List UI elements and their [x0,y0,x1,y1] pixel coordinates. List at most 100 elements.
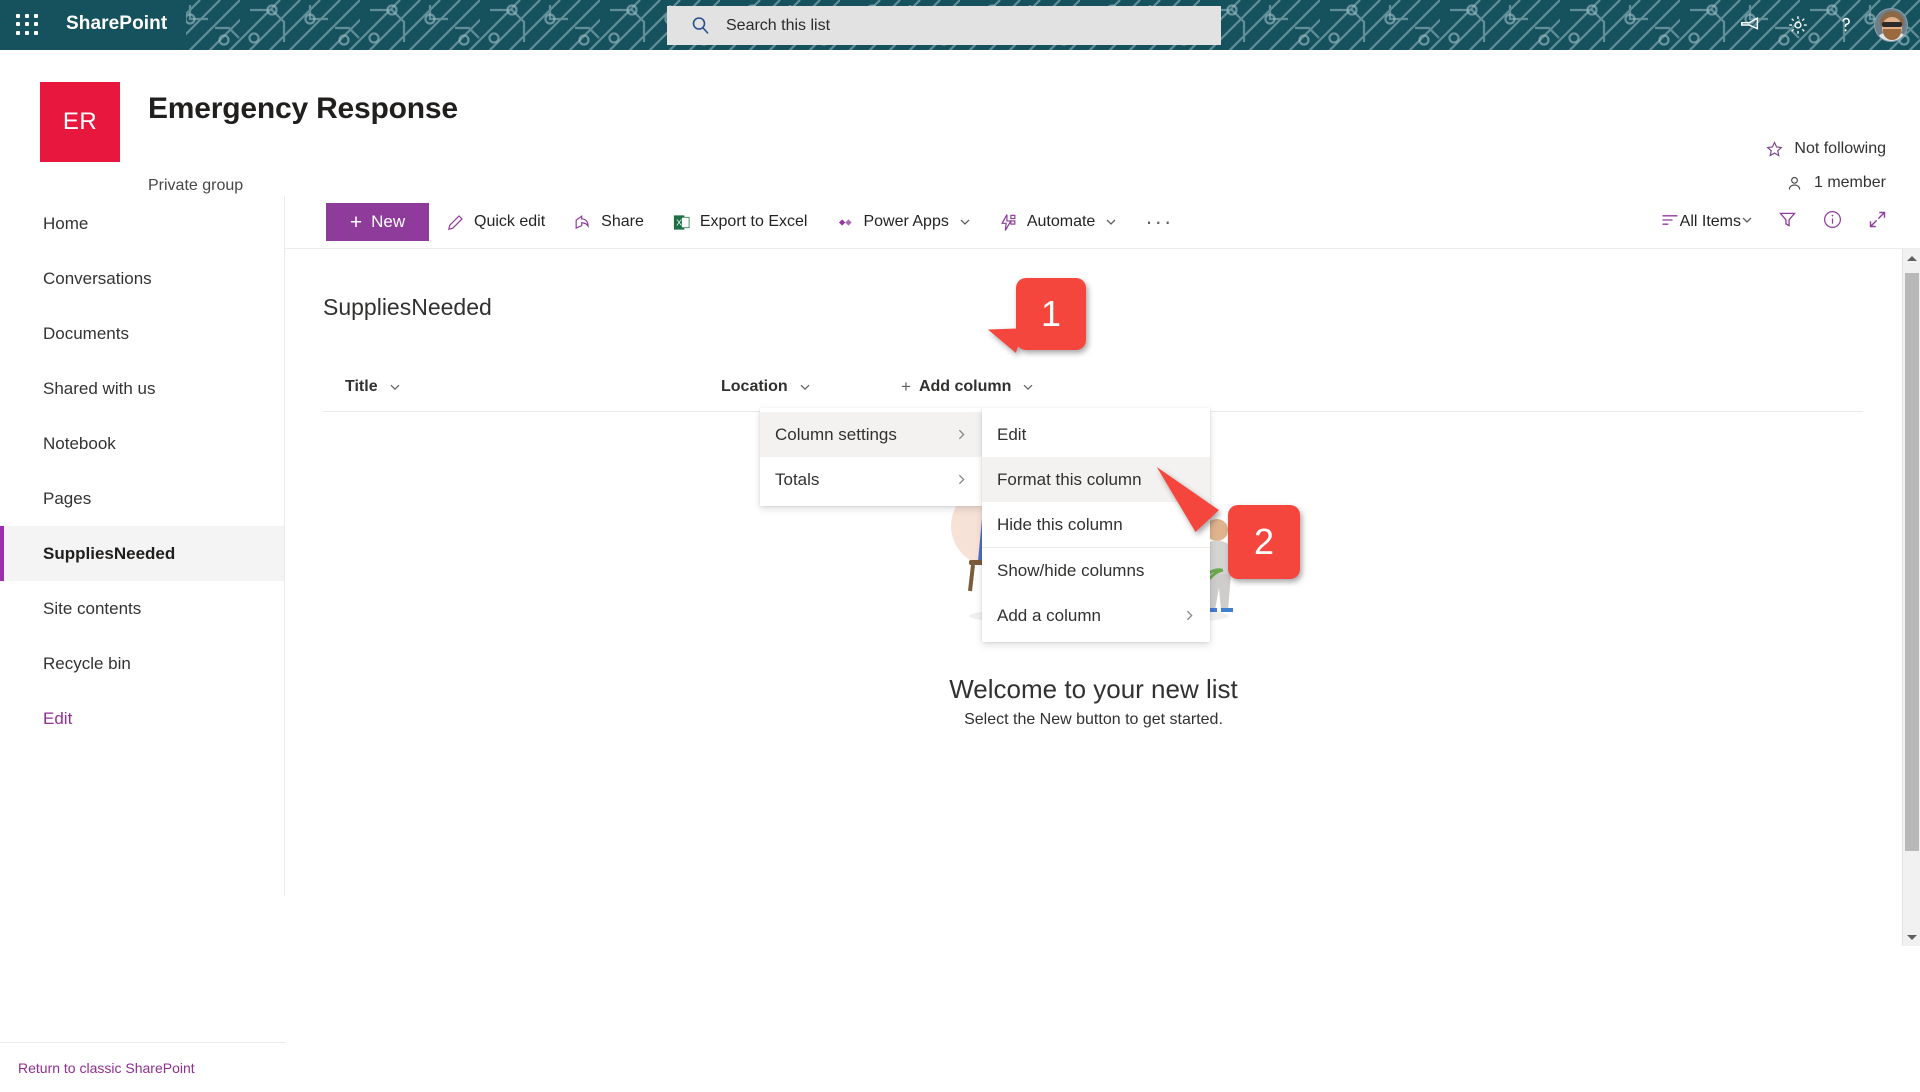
chevron-right-icon [955,428,968,441]
menu-item-label: Hide this column [997,514,1123,534]
chevron-down-icon [389,381,401,393]
power-apps-button[interactable]: Power Apps [824,202,981,242]
megaphone-icon[interactable] [1726,0,1774,50]
sidebar-footer: Return to classic SharePoint [0,1042,285,1092]
sidebar-item-label: SuppliesNeeded [43,543,176,563]
more-commands-button[interactable]: ··· [1134,202,1184,242]
sidebar-item-documents[interactable]: Documents [0,306,284,361]
menu-item-label: Add a column [997,605,1101,625]
chevron-right-icon [1183,609,1196,622]
sharepoint-brand-link[interactable]: SharePoint [66,13,167,35]
search-input[interactable] [724,15,1154,36]
automate-icon [999,213,1018,232]
sidebar-item-label: Site contents [43,598,142,618]
plus-icon: + [901,377,911,396]
sidebar-item-label: Documents [43,323,129,343]
share-icon [573,213,592,232]
menu-item-totals[interactable]: Totals [760,457,982,502]
gear-icon[interactable] [1774,0,1822,50]
sidebar: Home Conversations Documents Shared with… [0,196,285,1076]
column-header-label: Location [721,378,788,395]
user-avatar[interactable] [1874,8,1908,42]
column-header-title[interactable]: Title [345,367,401,407]
automate-label: Automate [1026,213,1096,230]
plus-icon: + [349,210,363,234]
excel-icon: X [672,213,691,232]
scroll-down-icon[interactable] [1903,928,1920,946]
site-subtitle: Private group [148,177,244,194]
power-apps-label: Power Apps [863,213,949,230]
new-button[interactable]: + New [326,203,429,241]
menu-item-label: Column settings [775,424,897,444]
sidebar-item-site-contents[interactable]: Site contents [0,581,284,636]
scrollbar-thumb[interactable] [1905,273,1919,851]
quick-edit-button[interactable]: Quick edit [435,202,556,242]
menu-item-add-a-column[interactable]: Add a column [982,593,1210,638]
vertical-scrollbar[interactable] [1902,249,1920,946]
sidebar-item-recycle-bin[interactable]: Recycle bin [0,636,284,691]
command-bar-divider [285,248,1920,249]
list-title: SuppliesNeeded [323,294,492,320]
chevron-down-icon [959,216,971,228]
ellipsis-icon: ··· [1145,209,1174,234]
page-title[interactable]: Emergency Response [148,92,458,126]
view-selector-label: All Items [1679,213,1741,230]
filter-icon [1777,209,1798,235]
callout-number: 1 [1040,293,1062,334]
sidebar-item-edit[interactable]: Edit [0,691,284,746]
menu-item-show-hide-columns[interactable]: Show/hide columns [982,548,1210,593]
callout-marker-1: 1 [983,278,1086,353]
sidebar-item-label: Edit [43,708,73,728]
export-to-excel-label: Export to Excel [699,213,808,230]
pencil-icon [446,213,465,232]
menu-item-label: Totals [775,469,820,489]
suite-bar: SharePoint [0,0,1920,50]
sidebar-item-suppliesneeded[interactable]: SuppliesNeeded [0,526,284,581]
filter-button[interactable] [1767,202,1808,242]
chevron-down-icon [1022,381,1034,393]
chevron-down-icon [1741,213,1753,231]
menu-item-label: Edit [997,424,1027,444]
app-launcher-icon[interactable] [16,14,40,36]
sidebar-item-label: Recycle bin [43,653,131,673]
follow-button[interactable]: Not following [1765,132,1886,166]
info-icon [1822,209,1843,235]
share-button[interactable]: Share [562,202,655,242]
sidebar-item-notebook[interactable]: Notebook [0,416,284,471]
members-label: 1 member [1813,174,1886,191]
add-column-label: Add column [918,378,1012,395]
menu-item-label: Format this column [997,469,1142,489]
sidebar-item-shared-with-us[interactable]: Shared with us [0,361,284,416]
help-icon[interactable] [1822,0,1870,50]
site-logo[interactable]: ER [40,82,120,162]
column-context-menu: Column settings Totals [760,408,982,506]
site-header-actions: Not following 1 member [1765,132,1886,200]
column-header-label: Title [345,378,378,395]
command-bar-right: All Items [1646,196,1898,248]
empty-state-subtitle: Select the New button to get started. [964,711,1223,728]
quick-edit-label: Quick edit [474,213,546,230]
sidebar-item-home[interactable]: Home [0,196,284,251]
menu-item-edit[interactable]: Edit [982,412,1210,457]
automate-button[interactable]: Automate [988,202,1128,242]
expand-icon [1867,209,1888,235]
suite-bar-icons [1726,0,1920,50]
command-bar: + New Quick edit Share X Export to Excel… [285,196,1920,248]
sidebar-item-pages[interactable]: Pages [0,471,284,526]
menu-item-column-settings[interactable]: Column settings [760,412,982,457]
scroll-up-icon[interactable] [1903,249,1920,267]
column-headers: Title Location + Add column [323,367,1863,411]
export-to-excel-button[interactable]: X Export to Excel [661,202,819,242]
sidebar-item-label: Home [43,213,89,233]
search-icon [691,16,710,35]
add-column-button[interactable]: + Add column [901,367,1034,407]
sidebar-item-conversations[interactable]: Conversations [0,251,284,306]
members-button[interactable]: 1 member [1765,166,1886,200]
column-header-location[interactable]: Location [721,367,811,407]
expand-button[interactable] [1857,202,1898,242]
return-to-classic-link[interactable]: Return to classic SharePoint [18,1060,195,1076]
empty-state-title: Welcome to your new list [949,674,1238,704]
view-selector-button[interactable]: All Items [1650,202,1763,242]
details-pane-button[interactable] [1812,202,1853,242]
search-box[interactable] [667,6,1221,45]
